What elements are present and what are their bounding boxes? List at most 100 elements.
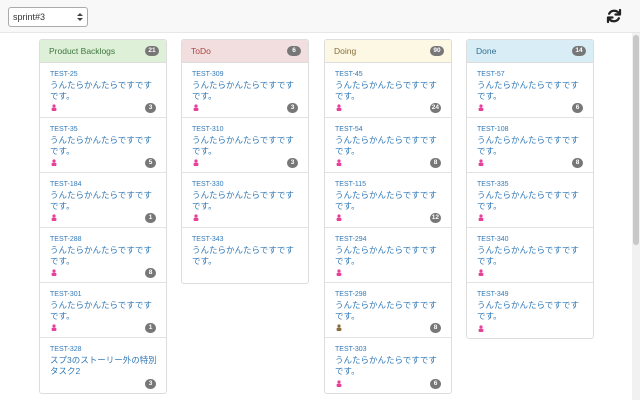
task-title[interactable]: うんたらかんたらですですです。: [477, 300, 585, 322]
brown-user-icon: [336, 324, 342, 331]
task-title[interactable]: うんたらかんたらですですです。: [50, 190, 158, 212]
task-id-link[interactable]: TEST-298: [335, 290, 451, 300]
task-card[interactable]: TEST-349 うんたらかんたらですですです。: [467, 283, 593, 338]
task-id-link[interactable]: TEST-35: [50, 125, 166, 135]
task-card[interactable]: TEST-343 うんたらかんたらですですです。: [182, 228, 308, 283]
column-header: Done 14: [467, 40, 593, 63]
column-doing: Doing 90 TEST-45 うんたらかんたらですですです。 24 TEST-54 うん…: [324, 39, 452, 394]
column-count-badge: 14: [572, 46, 586, 56]
task-id-link[interactable]: TEST-288: [50, 235, 166, 245]
task-card[interactable]: TEST-301 うんたらかんたらですですです。 1: [40, 283, 166, 338]
task-id-link[interactable]: TEST-343: [192, 235, 308, 245]
task-card[interactable]: TEST-330 うんたらかんたらですですです。: [182, 173, 308, 228]
pink-user-icon: [51, 214, 57, 221]
pink-user-icon: [336, 269, 342, 276]
vertical-scrollbar[interactable]: [632, 33, 640, 400]
pink-user-icon: [478, 269, 484, 276]
task-title[interactable]: うんたらかんたらですですです。: [50, 300, 158, 322]
task-card[interactable]: TEST-25 うんたらかんたらですですです。 3: [40, 63, 166, 118]
pink-user-icon: [478, 104, 484, 111]
task-id-link[interactable]: TEST-25: [50, 70, 166, 80]
sprint-select-value: sprint#3: [13, 12, 46, 22]
task-count-badge: 1: [145, 213, 156, 223]
pink-user-icon: [51, 159, 57, 166]
task-card[interactable]: TEST-288 うんたらかんたらですですです。 8: [40, 228, 166, 283]
task-count-badge: 6: [572, 103, 583, 113]
task-title[interactable]: うんたらかんたらですですです。: [50, 245, 158, 267]
task-card[interactable]: TEST-57 うんたらかんたらですですです。 6: [467, 63, 593, 118]
task-card[interactable]: TEST-309 うんたらかんたらですですです。 3: [182, 63, 308, 118]
task-id-link[interactable]: TEST-310: [192, 125, 308, 135]
column-title: Product Backlogs: [49, 46, 116, 56]
task-count-badge: 8: [430, 158, 441, 168]
task-card[interactable]: TEST-184 うんたらかんたらですですです。 1: [40, 173, 166, 228]
task-id-link[interactable]: TEST-184: [50, 180, 166, 190]
task-title[interactable]: うんたらかんたらですですです。: [50, 80, 158, 102]
task-id-link[interactable]: TEST-115: [335, 180, 451, 190]
task-card[interactable]: TEST-303 うんたらかんたらですですです。 6: [325, 338, 451, 393]
pink-user-icon: [478, 325, 484, 332]
task-id-link[interactable]: TEST-45: [335, 70, 451, 80]
task-title[interactable]: うんたらかんたらですですです。: [335, 355, 443, 377]
task-count-badge: 8: [572, 158, 583, 168]
task-count-badge: 3: [287, 103, 298, 113]
sprint-select[interactable]: sprint#3: [8, 7, 88, 27]
pink-user-icon: [51, 269, 57, 276]
task-title[interactable]: うんたらかんたらですですです。: [335, 80, 443, 102]
refresh-icon[interactable]: [605, 7, 623, 25]
task-title[interactable]: うんたらかんたらですですです。: [192, 190, 300, 212]
pink-user-icon: [193, 159, 199, 166]
task-id-link[interactable]: TEST-349: [477, 290, 593, 300]
task-title[interactable]: うんたらかんたらですですです。: [477, 135, 585, 157]
task-title[interactable]: うんたらかんたらですですです。: [50, 135, 158, 157]
column-title: Doing: [334, 46, 357, 56]
task-title[interactable]: スプ3のストーリー外の特別タスク2: [50, 355, 158, 377]
task-title[interactable]: うんたらかんたらですですです。: [335, 245, 443, 267]
pink-user-icon: [336, 159, 342, 166]
scrollbar-thumb[interactable]: [633, 35, 639, 245]
task-title[interactable]: うんたらかんたらですですです。: [477, 80, 585, 102]
task-count-badge: 3: [287, 158, 298, 168]
task-count-badge: 6: [430, 379, 441, 389]
task-card[interactable]: TEST-54 うんたらかんたらですですです。 8: [325, 118, 451, 173]
task-id-link[interactable]: TEST-340: [477, 235, 593, 245]
task-title[interactable]: うんたらかんたらですですです。: [192, 245, 300, 267]
task-id-link[interactable]: TEST-108: [477, 125, 593, 135]
task-title[interactable]: うんたらかんたらですですです。: [192, 80, 300, 102]
task-title[interactable]: うんたらかんたらですですです。: [477, 190, 585, 212]
task-card[interactable]: TEST-45 うんたらかんたらですですです。 24: [325, 63, 451, 118]
task-title[interactable]: うんたらかんたらですですです。: [335, 135, 443, 157]
pink-user-icon: [193, 214, 199, 221]
top-toolbar: sprint#3: [0, 0, 640, 33]
task-id-link[interactable]: TEST-309: [192, 70, 308, 80]
pink-user-icon: [336, 380, 342, 387]
task-id-link[interactable]: TEST-330: [192, 180, 308, 190]
column-count-badge: 90: [430, 46, 444, 56]
task-card[interactable]: TEST-335 うんたらかんたらですですです。: [467, 173, 593, 228]
task-card[interactable]: TEST-298 うんたらかんたらですですです。 8: [325, 283, 451, 338]
task-title[interactable]: うんたらかんたらですですです。: [192, 135, 300, 157]
task-id-link[interactable]: TEST-303: [335, 345, 451, 355]
task-card[interactable]: TEST-294 うんたらかんたらですですです。: [325, 228, 451, 283]
task-card[interactable]: TEST-340 うんたらかんたらですですです。: [467, 228, 593, 283]
column-todo: ToDo 6 TEST-309 うんたらかんたらですですです。 3 TEST-310 うんた…: [181, 39, 309, 284]
task-id-link[interactable]: TEST-57: [477, 70, 593, 80]
task-count-badge: 3: [145, 103, 156, 113]
task-card[interactable]: TEST-35 うんたらかんたらですですです。 5: [40, 118, 166, 173]
task-count-badge: 3: [145, 379, 156, 389]
task-id-link[interactable]: TEST-54: [335, 125, 451, 135]
pink-user-icon: [51, 324, 57, 331]
task-title[interactable]: うんたらかんたらですですです。: [335, 190, 443, 212]
task-id-link[interactable]: TEST-335: [477, 180, 593, 190]
task-card[interactable]: TEST-310 うんたらかんたらですですです。 3: [182, 118, 308, 173]
column-done: Done 14 TEST-57 うんたらかんたらですですです。 6 TEST-108 うんた…: [466, 39, 594, 339]
task-title[interactable]: うんたらかんたらですですです。: [335, 300, 443, 322]
task-card[interactable]: TEST-108 うんたらかんたらですですです。 8: [467, 118, 593, 173]
task-card[interactable]: TEST-328 スプ3のストーリー外の特別タスク2 3: [40, 338, 166, 393]
column-header: Product Backlogs 21: [40, 40, 166, 63]
task-card[interactable]: TEST-115 うんたらかんたらですですです。 12: [325, 173, 451, 228]
task-id-link[interactable]: TEST-328: [50, 345, 166, 355]
task-id-link[interactable]: TEST-301: [50, 290, 166, 300]
task-id-link[interactable]: TEST-294: [335, 235, 451, 245]
task-title[interactable]: うんたらかんたらですですです。: [477, 245, 585, 267]
